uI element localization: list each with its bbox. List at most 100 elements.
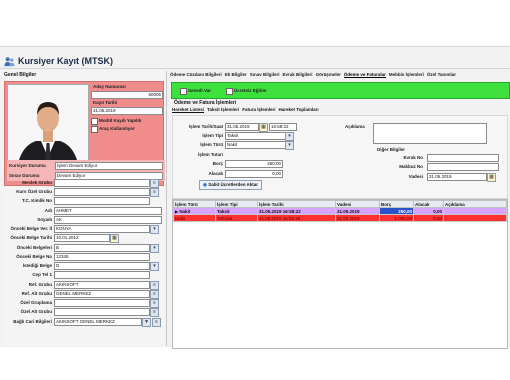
- table-cell: 0,00: [413, 207, 444, 215]
- prev-license-no-field[interactable]: 12345: [54, 253, 150, 261]
- first-name-field[interactable]: AHMET: [54, 207, 162, 215]
- prev-licenses-label: Önceki Belgeleri: [16, 245, 52, 250]
- custom-grouping-field[interactable]: [54, 299, 150, 307]
- column-header[interactable]: İşlem Tarihi: [257, 200, 336, 208]
- linked-account-label: Bağlı Cari Bilgileri: [13, 319, 52, 324]
- due-date-field[interactable]: 31.05.2019: [427, 173, 487, 181]
- chevron-down-icon[interactable]: ▾: [150, 244, 159, 253]
- chevron-down-icon[interactable]: ▾: [150, 225, 159, 234]
- tab-invoices[interactable]: Fatura İşlemleri: [242, 107, 275, 112]
- menu-document-info[interactable]: Evrak Bilgileri: [283, 72, 313, 77]
- menu-payments-invoices[interactable]: Ödeme ve Faturalar: [343, 72, 386, 78]
- list-icon[interactable]: ≡: [150, 179, 159, 188]
- module-registered-checkbox[interactable]: [91, 118, 98, 125]
- table-cell: Taksit: [215, 207, 258, 215]
- mobile-phone-field[interactable]: [54, 271, 150, 279]
- calendar-icon[interactable]: ▦: [487, 173, 496, 182]
- transaction-date-field[interactable]: 31.05.2019: [225, 123, 259, 131]
- chevron-down-icon[interactable]: ▾: [285, 132, 294, 141]
- column-header[interactable]: İşlem Tipi: [215, 200, 258, 208]
- trainee-status-label: Kursiyer Durumu: [9, 163, 46, 168]
- linked-account-field[interactable]: AKINSOFT GENEL MERKEZ: [54, 318, 142, 326]
- has-note-label: Senedi Var: [188, 88, 212, 93]
- document-no-field[interactable]: [427, 154, 499, 162]
- window-title: Kursiyer Kayıt (MTSK): [18, 56, 114, 66]
- ref-subgroup-field[interactable]: GENEL MERKEZ: [54, 290, 150, 298]
- menu-payment-wallet[interactable]: Ödeme Cüzdanı Bilgileri: [170, 72, 222, 77]
- candidate-number-field[interactable]: 50005: [91, 91, 163, 99]
- transaction-type-field[interactable]: Taksit: [225, 132, 287, 140]
- calendar-icon[interactable]: ▦: [110, 234, 119, 243]
- table-cell: 31.05.2019: [335, 207, 380, 215]
- description-label: Açıklama: [345, 124, 365, 129]
- prev-licenses-field[interactable]: B: [54, 244, 150, 252]
- tc-id-label: T.C. Kimlik No: [21, 198, 52, 203]
- credit-label: Alacak: [208, 171, 223, 176]
- table-header-row: İşlem Türü İşlem Tipi İşlem Tarihi Vades…: [173, 200, 507, 208]
- list-icon[interactable]: ≡: [150, 290, 159, 299]
- table-row[interactable]: Nakit Tahsilat 31.05.2019 16:58:45 31.05…: [173, 214, 507, 222]
- column-header[interactable]: Borç: [379, 200, 414, 208]
- occupation-group-label: Meslek Grubu: [22, 180, 52, 185]
- vehicle-in-use-label: Araç Kullanılıyor: [99, 126, 135, 131]
- list-icon[interactable]: ≡: [150, 281, 159, 290]
- menu-extra-info[interactable]: Ek Bilgiler: [225, 72, 247, 77]
- column-header[interactable]: Açıklama: [443, 200, 507, 208]
- occupation-group-field[interactable]: [54, 179, 150, 187]
- menu-custom-definitions[interactable]: Özel Tanımlar: [427, 72, 456, 77]
- candidate-number-label: Aday Numarası: [93, 84, 126, 89]
- transaction-kind-field[interactable]: Nakit: [225, 141, 287, 149]
- credit-field[interactable]: 0,00: [225, 170, 283, 178]
- custom-subgroup-field[interactable]: [54, 308, 150, 316]
- chevron-down-icon[interactable]: ▾: [285, 141, 294, 150]
- title-divider: [0, 68, 510, 69]
- table-cell: Nakit: [179, 208, 191, 214]
- receipt-no-field[interactable]: [427, 163, 499, 171]
- requested-license-field[interactable]: D: [54, 262, 150, 270]
- menu-meetings[interactable]: Görüşmeler: [316, 72, 341, 77]
- vehicle-in-use-checkbox[interactable]: [91, 126, 98, 133]
- transaction-time-field[interactable]: 16:58:22: [269, 123, 297, 131]
- registration-date-field[interactable]: 31.05.2019: [91, 107, 163, 115]
- surname-field[interactable]: AK: [54, 216, 162, 224]
- identity-box: Aday Numarası 50005 Kayıt Tarihi 31.05.2…: [4, 81, 165, 186]
- chevron-down-icon[interactable]: ▾: [150, 262, 159, 271]
- tc-id-field[interactable]: [54, 197, 150, 205]
- debit-field[interactable]: 250,00: [225, 160, 283, 168]
- free-training-checkbox[interactable]: [226, 88, 233, 95]
- custom-subgroup-label: Özel Alt Grubu: [20, 309, 52, 314]
- prev-license-city-label: Önceki Belge Ver. İl: [10, 226, 52, 231]
- filter-icon[interactable]: ▼: [142, 318, 151, 327]
- table-cell: 31.05.2019 16:58:22: [257, 207, 336, 215]
- column-header[interactable]: Vadesi: [335, 200, 380, 208]
- tab-movement-list[interactable]: Hareket Listesi: [172, 107, 204, 112]
- table-row[interactable]: ▶ Nakit Taksit 31.05.2019 16:58:22 31.05…: [173, 207, 507, 215]
- description-field[interactable]: [373, 123, 487, 144]
- has-note-checkbox[interactable]: [180, 88, 187, 95]
- transaction-type-label: İşlem Tipi: [202, 133, 223, 138]
- menu-mebbis[interactable]: Mebbis İşlemleri: [389, 72, 424, 77]
- list-icon[interactable]: ≡: [150, 188, 159, 197]
- detail-panel: Ödeme Cüzdanı Bilgileri Ek Bilgiler Sınav …: [170, 71, 510, 349]
- list-icon[interactable]: ≡: [150, 308, 159, 317]
- prev-license-city-field[interactable]: KONYA: [54, 225, 150, 233]
- exam-status-label: Sınav Durumu: [9, 173, 40, 178]
- prev-license-date-label: Önceki Belge Tarihi: [10, 235, 52, 240]
- prev-license-no-label: Önceki Belge No: [16, 254, 52, 259]
- calendar-icon[interactable]: ▦: [259, 123, 268, 132]
- tab-installments[interactable]: Taksit İşlemleri: [207, 107, 239, 112]
- list-icon[interactable]: ≡: [152, 318, 161, 327]
- column-header[interactable]: Alacak: [413, 200, 444, 208]
- table-cell: [443, 214, 507, 222]
- menu-exam-info[interactable]: Sınav Bilgileri: [250, 72, 280, 77]
- list-icon[interactable]: ≡: [150, 299, 159, 308]
- ref-group-field[interactable]: AKINSOFT: [54, 281, 150, 289]
- table-cell: 31.05.2019: [335, 214, 380, 222]
- column-header[interactable]: İşlem Türü: [173, 200, 216, 208]
- course-group-field[interactable]: [54, 188, 150, 196]
- fixed-fees-transfer-button[interactable]: ◉ Sabit Ücretlerden Aktar: [199, 180, 263, 190]
- payment-section-title: Ödeme ve Fatura İşlemleri: [174, 100, 237, 106]
- prev-license-date-field[interactable]: 10.01.2012: [54, 234, 110, 242]
- tab-movement-totals[interactable]: Hareket Toplamları: [278, 107, 318, 112]
- trainee-status-field[interactable]: İşlem Devam Ediyor: [55, 162, 163, 170]
